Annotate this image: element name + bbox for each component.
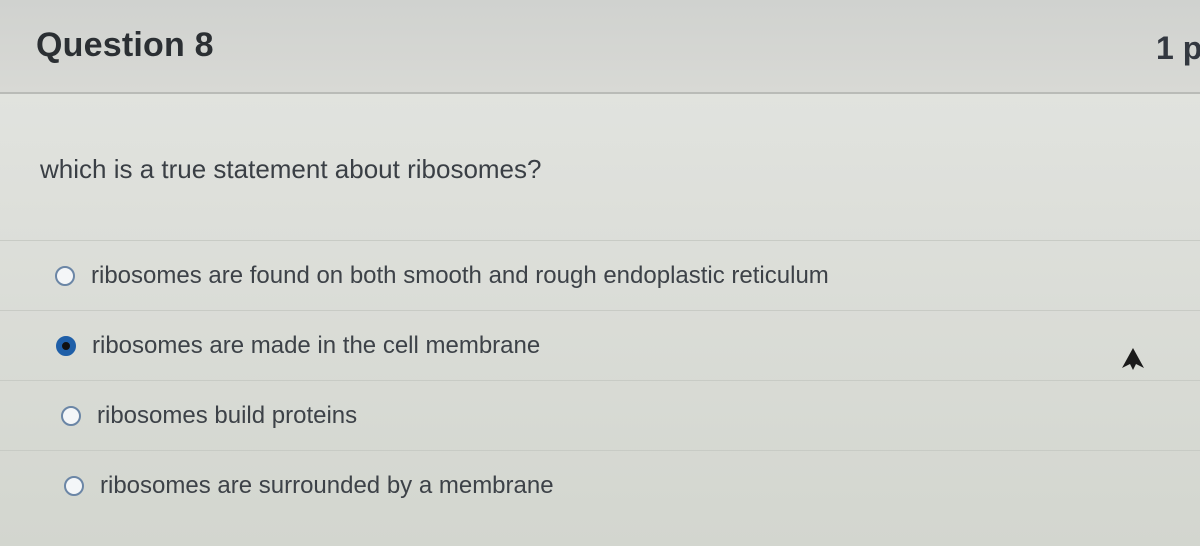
question-prompt: which is a true statement about ribosome…: [40, 154, 542, 184]
answer-label: ribosomes are found on both smooth and r…: [91, 261, 829, 289]
answer-label: ribosomes are made in the cell membrane: [92, 331, 541, 359]
radio-button-icon[interactable]: [61, 405, 81, 426]
answer-option-1[interactable]: ribosomes are found on both smooth and r…: [0, 240, 1200, 310]
radio-button-icon[interactable]: [64, 475, 84, 496]
quiz-screen: Question 8 1 p which is a true statement…: [0, 0, 1200, 546]
question-title: Question 8: [36, 26, 214, 64]
question-points: 1 p: [1156, 30, 1200, 66]
question-header: Question 8 1 p: [0, 0, 1200, 94]
answer-label: ribosomes build proteins: [97, 401, 358, 429]
answer-option-2[interactable]: ribosomes are made in the cell membrane: [0, 310, 1200, 380]
answer-option-3[interactable]: ribosomes build proteins: [0, 380, 1200, 450]
answer-list: ribosomes are found on both smooth and r…: [0, 240, 1200, 520]
answer-option-4[interactable]: ribosomes are surrounded by a membrane: [0, 450, 1200, 520]
radio-button-icon[interactable]: [56, 335, 76, 356]
mouse-pointer-icon: [1122, 348, 1144, 370]
answer-label: ribosomes are surrounded by a membrane: [100, 471, 554, 499]
radio-button-icon[interactable]: [55, 265, 75, 286]
